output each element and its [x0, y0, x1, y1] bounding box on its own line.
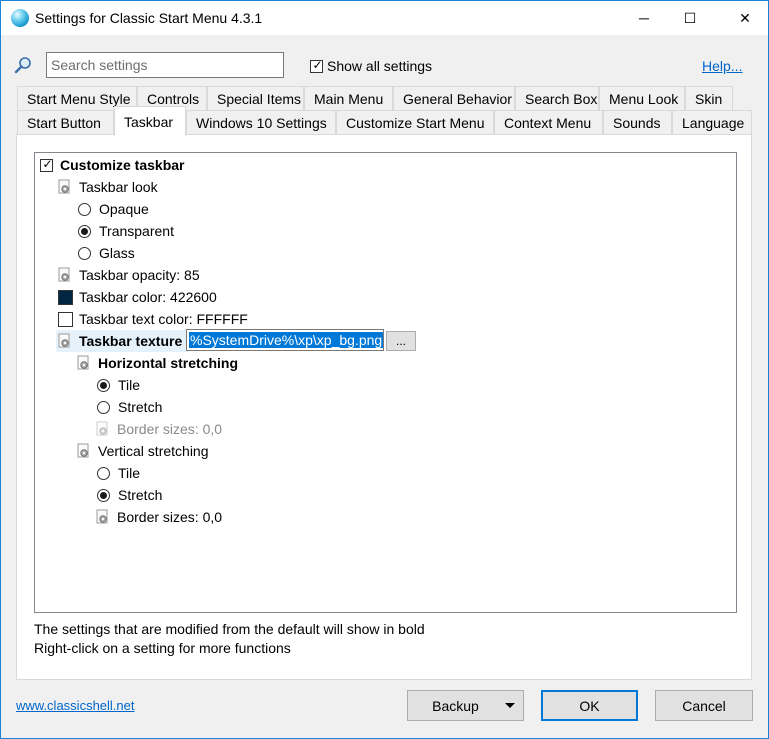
- settings-gear-icon: [77, 355, 89, 370]
- taskbar-look-item[interactable]: Taskbar look: [58, 176, 158, 198]
- radio-opaque[interactable]: [78, 202, 91, 216]
- radio-v-tile[interactable]: [97, 466, 110, 480]
- tab-context-menu[interactable]: Context Menu: [494, 110, 603, 134]
- tab-windows-10-settings[interactable]: Windows 10 Settings: [186, 110, 336, 134]
- h-border-sizes-label: Border sizes: 0,0: [117, 421, 223, 437]
- vertical-stretching-item[interactable]: Vertical stretching: [77, 440, 209, 462]
- classic-shell-icon: [11, 9, 29, 27]
- taskbar-text-color-label: Taskbar text color: FFFFFF: [79, 311, 248, 327]
- search-icon: [14, 57, 31, 74]
- taskbar-text-color-swatch[interactable]: [58, 311, 73, 327]
- help-link[interactable]: Help...: [702, 58, 742, 74]
- horizontal-stretching-item[interactable]: Horizontal stretching: [77, 352, 238, 374]
- radio-transparent[interactable]: [78, 224, 91, 238]
- texture-path-input[interactable]: %SystemDrive%\xp\xp_bg.png: [186, 329, 384, 351]
- taskbar-opacity-label: Taskbar opacity: 85: [79, 267, 200, 283]
- taskbar-color-swatch[interactable]: [58, 289, 73, 305]
- browse-button[interactable]: ...: [386, 331, 416, 351]
- v-border-sizes-item[interactable]: Border sizes: 0,0: [96, 506, 222, 528]
- taskbar-opacity-item[interactable]: Taskbar opacity: 85: [58, 264, 200, 286]
- tab-customize-start-menu[interactable]: Customize Start Menu: [336, 110, 494, 134]
- h-tile-item[interactable]: Tile: [97, 374, 140, 396]
- h-stretch-item[interactable]: Stretch: [97, 396, 162, 418]
- h-tile-label: Tile: [118, 377, 141, 393]
- tab-menu-look[interactable]: Menu Look: [599, 86, 685, 110]
- v-stretch-item[interactable]: Stretch: [97, 484, 162, 506]
- website-link[interactable]: www.classicshell.net: [16, 698, 135, 713]
- ok-button[interactable]: OK: [541, 690, 638, 721]
- taskbar-color-item[interactable]: Taskbar color: 422600: [58, 286, 217, 308]
- h-border-sizes-item: Border sizes: 0,0: [96, 418, 222, 440]
- settings-gear-icon: [58, 179, 70, 194]
- show-all-settings-checkbox[interactable]: ✓: [310, 58, 323, 73]
- texture-path-value: %SystemDrive%\xp\xp_bg.png: [189, 332, 384, 348]
- tab-special-items[interactable]: Special Items: [207, 86, 304, 110]
- radio-transparent-item[interactable]: Transparent: [78, 220, 174, 242]
- customize-taskbar-checkbox[interactable]: ✓: [40, 157, 53, 172]
- customize-taskbar-label: Customize taskbar: [60, 157, 185, 173]
- v-tile-label: Tile: [118, 465, 141, 481]
- transparent-label: Transparent: [99, 223, 174, 239]
- info-right-click: Right-click on a setting for more functi…: [34, 640, 291, 656]
- horizontal-stretching-label: Horizontal stretching: [98, 355, 239, 371]
- glass-label: Glass: [99, 245, 135, 261]
- taskbar-text-color-item[interactable]: Taskbar text color: FFFFFF: [58, 308, 248, 330]
- vertical-stretching-label: Vertical stretching: [98, 443, 209, 459]
- radio-h-tile[interactable]: [97, 378, 110, 392]
- settings-gear-icon: [58, 267, 70, 282]
- v-stretch-label: Stretch: [118, 487, 163, 503]
- settings-gear-icon: [77, 443, 89, 458]
- tab-skin[interactable]: Skin: [685, 86, 733, 110]
- title-bar[interactable]: Settings for Classic Start Menu 4.3.1 ─ …: [1, 1, 768, 35]
- settings-gear-icon: [58, 333, 70, 348]
- radio-opaque-item[interactable]: Opaque: [78, 198, 149, 220]
- taskbar-texture-item[interactable]: Taskbar texture: [56, 330, 188, 352]
- window-title: Settings for Classic Start Menu 4.3.1: [35, 10, 263, 26]
- info-modified-bold: The settings that are modified from the …: [34, 621, 425, 637]
- tab-language[interactable]: Language: [672, 110, 752, 134]
- maximize-button[interactable]: ☐: [667, 1, 713, 35]
- backup-label: Backup: [432, 697, 479, 714]
- radio-glass[interactable]: [78, 246, 91, 260]
- taskbar-color-label: Taskbar color: 422600: [79, 289, 217, 305]
- radio-glass-item[interactable]: Glass: [78, 242, 135, 264]
- taskbar-look-label: Taskbar look: [79, 179, 158, 195]
- taskbar-texture-label: Taskbar texture: [79, 333, 183, 349]
- dropdown-arrow-icon[interactable]: [505, 703, 515, 708]
- backup-button[interactable]: Backup: [407, 690, 524, 721]
- customize-taskbar-item[interactable]: ✓ Customize taskbar: [40, 154, 184, 176]
- v-border-sizes-label: Border sizes: 0,0: [117, 509, 223, 525]
- settings-gear-icon: [96, 509, 108, 524]
- opaque-label: Opaque: [99, 201, 149, 217]
- radio-v-stretch[interactable]: [97, 488, 110, 502]
- settings-gear-icon: [96, 421, 108, 436]
- tab-sounds[interactable]: Sounds: [603, 110, 672, 134]
- tab-search-box[interactable]: Search Box: [515, 86, 599, 110]
- tab-general-behavior[interactable]: General Behavior: [393, 86, 515, 110]
- h-stretch-label: Stretch: [118, 399, 163, 415]
- show-all-settings-label: Show all settings: [327, 58, 433, 74]
- cancel-button[interactable]: Cancel: [655, 690, 753, 721]
- search-input[interactable]: [46, 52, 284, 78]
- tab-taskbar[interactable]: Taskbar: [114, 106, 186, 136]
- close-button[interactable]: ✕: [722, 1, 768, 35]
- tab-start-button[interactable]: Start Button: [17, 110, 114, 134]
- tab-main-menu[interactable]: Main Menu: [304, 86, 393, 110]
- minimize-button[interactable]: ─: [621, 1, 667, 35]
- radio-h-stretch[interactable]: [97, 400, 110, 414]
- v-tile-item[interactable]: Tile: [97, 462, 140, 484]
